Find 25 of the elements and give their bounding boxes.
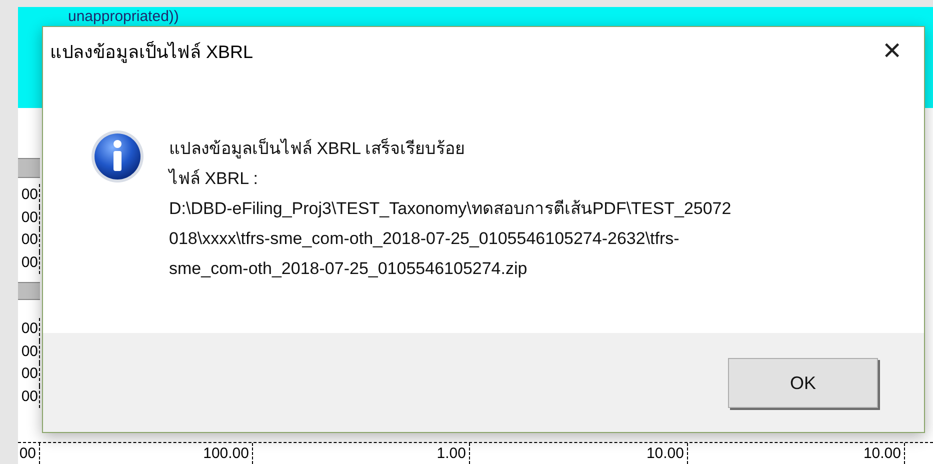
hatched-band bbox=[18, 158, 40, 178]
message-text: D:\DBD-eFiling_Proj3\TEST_Taxonomy\ทดสอบการตีเส้นPDF\TEST_25072 bbox=[169, 198, 732, 220]
table-cell: 00 bbox=[18, 252, 40, 274]
table-cell: 00 bbox=[18, 318, 40, 340]
table-cell: 100.00 bbox=[40, 443, 253, 464]
info-icon bbox=[90, 129, 145, 184]
table-cell: 00 bbox=[18, 363, 40, 386]
hatched-band bbox=[18, 282, 40, 300]
table-cell: 00 bbox=[18, 184, 40, 206]
table-cell: 00 bbox=[18, 443, 40, 464]
ok-button[interactable]: OK bbox=[728, 358, 878, 408]
table-cell: 00 bbox=[18, 340, 40, 363]
window-title: แปลงข้อมูลเป็นไฟล์ XBRL bbox=[50, 40, 254, 65]
table-cell: 00 bbox=[18, 206, 40, 229]
close-button[interactable]: ✕ bbox=[882, 40, 902, 64]
table-cell: 00 bbox=[18, 229, 40, 252]
table-cell: 1.00 bbox=[253, 443, 470, 464]
message-text: 018\xxxx\tfrs-sme_com-oth_2018-07-25_0105546105274-2632\tfrs- bbox=[169, 228, 680, 250]
table-cell: 10.00 bbox=[688, 443, 905, 464]
table-cell: 00 bbox=[18, 386, 40, 408]
message-text: ไฟล์ XBRL : bbox=[169, 168, 259, 190]
table-cell: unappropriated)) bbox=[68, 8, 179, 25]
message-text: sme_com-oth_2018-07-25_0105546105274.zip bbox=[169, 258, 528, 280]
message-text: แปลงข้อมูลเป็นไฟล์ XBRL เสร็จเรียบร้อย bbox=[169, 137, 466, 160]
table-cell: 10.00 bbox=[470, 443, 688, 464]
